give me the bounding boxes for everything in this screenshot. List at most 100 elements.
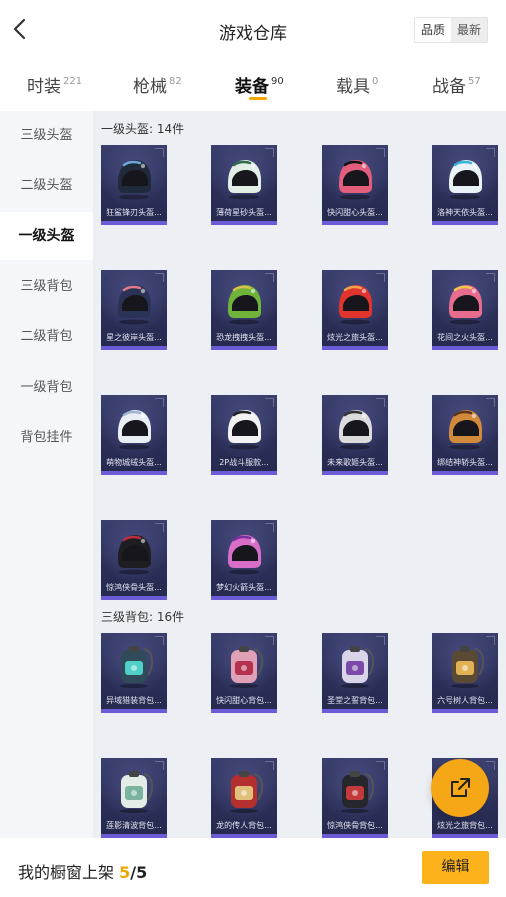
sidebar-item-backpack-charm[interactable]: 背包挂件 [0,414,93,462]
backpack-item-card[interactable]: 莲影清波背包... [101,758,167,838]
tab-label: 枪械 [133,77,167,97]
helmet-icon [449,410,482,450]
item-name: 绑结神轿头盔... [437,458,493,467]
tab-count: 0 [372,76,379,87]
helmet-icon [339,410,372,450]
helmet-item-card[interactable]: 花间之火头盔... [432,270,498,350]
item-name: 洛神天依头盔... [437,208,493,217]
backpack-item-card[interactable]: 圣堂之誓背包... [322,633,388,713]
tab-label: 装备 [235,77,269,97]
helmet-item-card[interactable]: 绑结神轿头盔... [432,395,498,475]
helmet-icon [118,160,151,200]
backpack-item-card[interactable]: 快闪甜心背包... [211,633,277,713]
item-name: 未来歌姬头盔... [327,458,383,467]
item-name: 快闪甜心头盔... [327,208,383,217]
helmet-icon [228,160,261,200]
item-card-frame: 薄荷星砂头盔... [211,145,277,225]
sidebar-item-level3-helmet[interactable]: 三级头盔 [0,112,93,160]
tab-label: 载具 [336,77,370,97]
category-tabs: 时装 221 枪械 82 装备 90 载具 0 战备 57 [0,62,506,108]
item-card-frame: 恐龙拽拽头盔... [211,270,277,350]
item-name: 花间之火头盔... [437,333,493,342]
item-card-frame: 莲影清波背包... [101,758,167,838]
sort-option-quality[interactable]: 品质 [415,18,451,42]
helmet-item-card[interactable]: 炫光之旅头盔... [322,270,388,350]
tab-count: 221 [63,76,83,87]
item-name: 异域猎装背包... [106,696,162,705]
item-name: 炫光之旅背包... [437,821,493,830]
backpack-icon [341,771,375,813]
item-card-frame: 快闪甜心背包... [211,633,277,713]
sidebar-item-level1-backpack[interactable]: 一级背包 [0,364,93,412]
tab-count: 82 [169,76,182,87]
tab-count: 90 [271,76,284,87]
helmet-icon [228,410,261,450]
helmet-item-card[interactable]: 星之彼岸头盔... [101,270,167,350]
helmet-icon [118,285,151,325]
helmet-item-card[interactable]: 薄荷星砂头盔... [211,145,277,225]
backpack-icon [341,646,375,688]
item-card-frame: 萌物城绒头盔... [101,395,167,475]
showcase-total-count: 5 [136,863,148,882]
section-title-level3-backpack: 三级背包: 16件 [101,610,185,624]
item-card-frame: 异域猎装背包... [101,633,167,713]
item-card-frame: 狂鲨锋刃头盔... [101,145,167,225]
sidebar-item-level2-helmet[interactable]: 二级头盔 [0,162,93,210]
item-name: 2P战斗服款... [219,458,269,467]
sort-option-latest[interactable]: 最新 [451,18,487,42]
helmet-icon [228,535,261,575]
sidebar-item-level1-helmet[interactable]: 一级头盔 [0,212,93,260]
backpack-item-card[interactable]: 惊鸿侠骨背包... [322,758,388,838]
item-name: 惊鸿侠骨头盔... [106,583,162,592]
backpack-item-card[interactable]: 六号树人背包... [432,633,498,713]
item-card-frame: 龙的传人背包... [211,758,277,838]
item-name: 六号树人背包... [437,696,493,705]
share-button[interactable] [431,759,489,817]
backpack-icon [230,771,264,813]
helmet-item-card[interactable]: 洛神天依头盔... [432,145,498,225]
helmet-item-card[interactable]: 恐龙拽拽头盔... [211,270,277,350]
showcase-status: 我的橱窗上架 5/5 [18,859,147,883]
tab-firearms[interactable]: 枪械 82 [133,72,182,97]
backpack-item-card[interactable]: 龙的传人背包... [211,758,277,838]
item-name: 莲影清波背包... [106,821,162,830]
helmet-item-card[interactable]: 萌物城绒头盔... [101,395,167,475]
sidebar-item-level3-backpack[interactable]: 三级背包 [0,263,93,311]
tab-vehicles[interactable]: 载具 0 [336,72,378,97]
tab-battle-prep[interactable]: 战备 57 [432,72,481,97]
sidebar: 三级头盔 二级头盔 一级头盔 三级背包 二级背包 一级背包 背包挂件 [0,111,93,838]
item-name: 龙的传人背包... [216,821,272,830]
active-tab-indicator [249,97,267,100]
item-name: 薄荷星砂头盔... [216,208,272,217]
backpack-icon [120,646,154,688]
item-card-frame: 花间之火头盔... [432,270,498,350]
helmet-item-card[interactable]: 狂鲨锋刃头盔... [101,145,167,225]
backpack-item-card[interactable]: 异域猎装背包... [101,633,167,713]
item-card-frame: 2P战斗服款... [211,395,277,475]
helmet-icon [118,410,151,450]
helmet-icon [228,285,261,325]
tab-equipment[interactable]: 装备 90 [235,72,284,97]
item-grid-panel[interactable]: 一级头盔: 14件 狂鲨锋刃头盔... 薄荷星砂头盔... 快闪甜心头盔... 洛神天… [93,111,506,838]
helmet-icon [339,160,372,200]
tab-count: 57 [468,76,481,87]
item-name: 圣堂之誓背包... [327,696,383,705]
item-card-frame: 惊鸿侠骨背包... [322,758,388,838]
item-name: 恐龙拽拽头盔... [216,333,272,342]
helmet-item-card[interactable]: 未来歌姬头盔... [322,395,388,475]
tab-fashion[interactable]: 时装 221 [27,72,82,97]
item-card-frame: 六号树人背包... [432,633,498,713]
helmet-icon [118,535,151,575]
edit-button[interactable]: 编辑 [422,851,489,884]
tab-label: 战备 [432,77,466,97]
item-card-frame: 未来歌姬头盔... [322,395,388,475]
helmet-icon [449,285,482,325]
item-card-frame: 快闪甜心头盔... [322,145,388,225]
item-card-frame: 炫光之旅头盔... [322,270,388,350]
helmet-item-card[interactable]: 2P战斗服款... [211,395,277,475]
helmet-item-card[interactable]: 梦幻火箭头盔... [211,520,277,600]
sidebar-item-level2-backpack[interactable]: 二级背包 [0,313,93,361]
helmet-item-card[interactable]: 惊鸿侠骨头盔... [101,520,167,600]
item-name: 炫光之旅头盔... [327,333,383,342]
helmet-item-card[interactable]: 快闪甜心头盔... [322,145,388,225]
